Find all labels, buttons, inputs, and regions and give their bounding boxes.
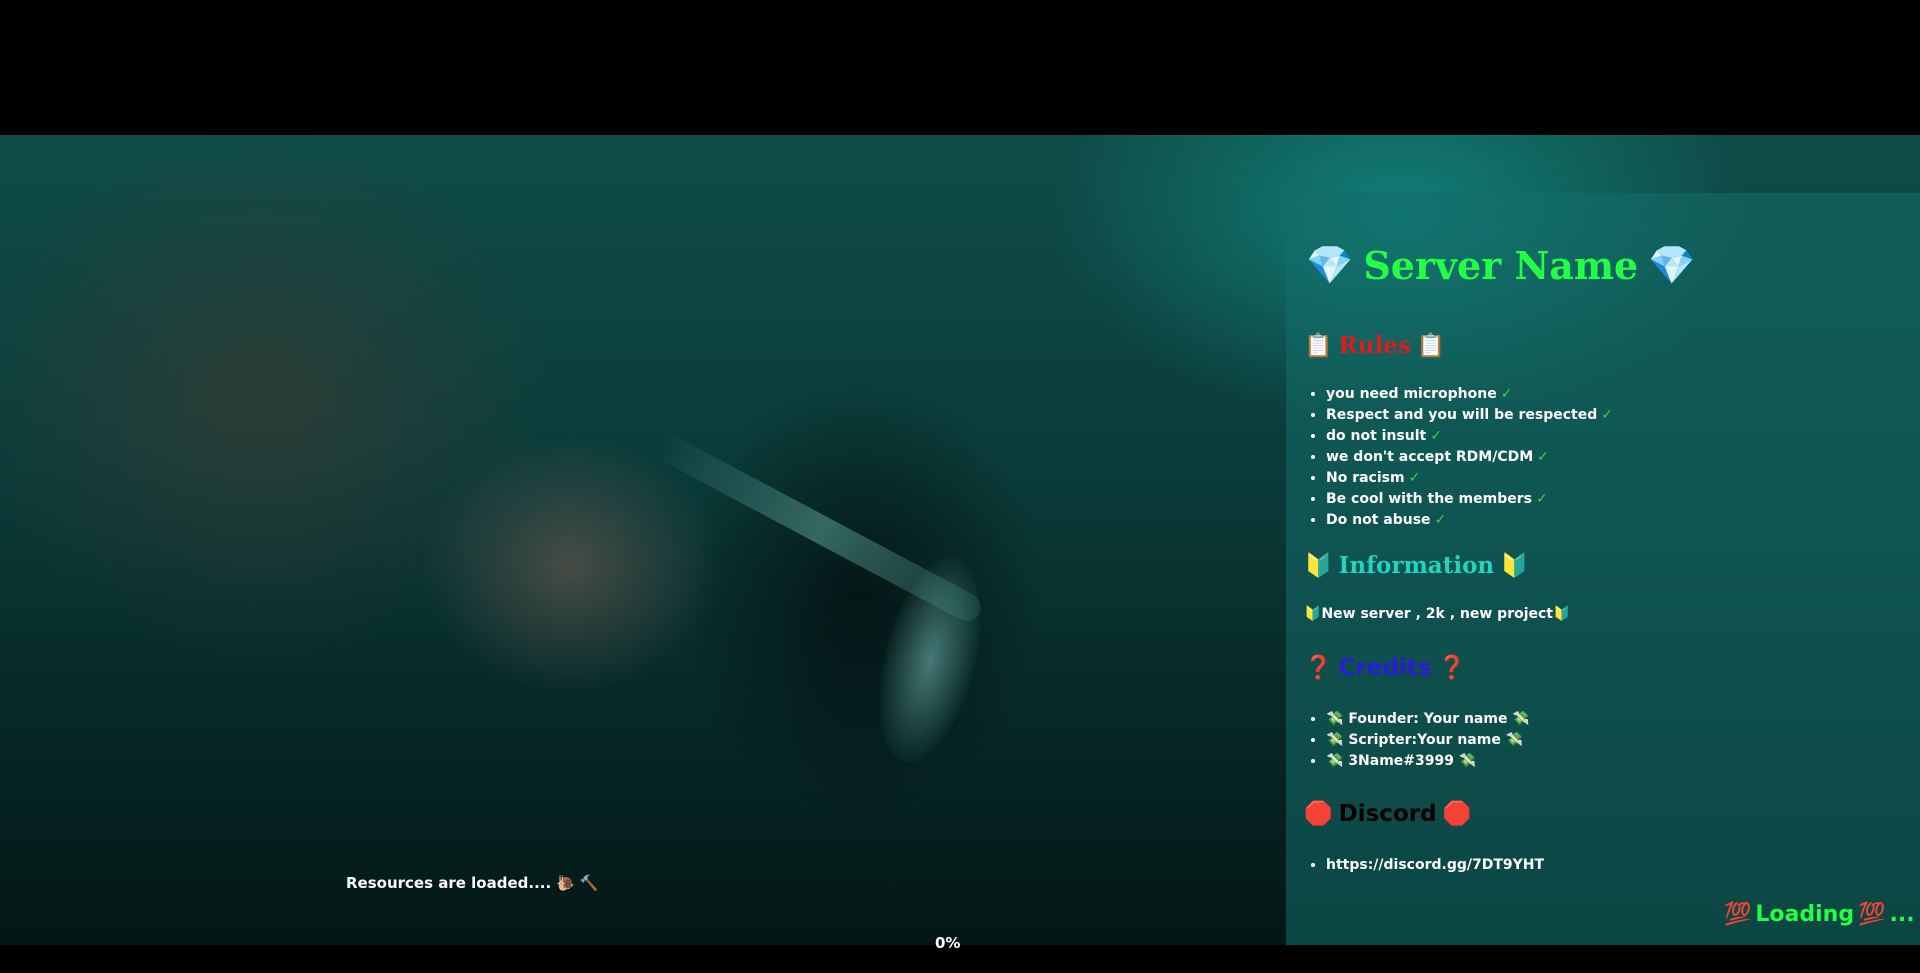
rules-title: Rules <box>1338 332 1411 359</box>
beginner-icon: 🔰 <box>1500 553 1529 579</box>
credit-item: 💸 Scripter:Your name 💸 <box>1326 730 1530 751</box>
check-icon: ✓ <box>1430 428 1442 444</box>
money-icon: 💸 <box>1326 732 1344 748</box>
rule-item: you need microphone✓ <box>1326 384 1613 405</box>
rule-item: Do not abuse✓ <box>1326 510 1613 531</box>
information-text: 🔰New server , 2k , new project🔰 <box>1304 606 1571 622</box>
check-icon: ✓ <box>1500 386 1513 402</box>
credit-item: 💸 Founder: Your name 💸 <box>1326 709 1530 730</box>
rule-item: we don't accept RDM/CDM✓ <box>1326 447 1613 468</box>
top-letterbox <box>0 0 1920 135</box>
rule-item: do not insult✓ <box>1326 426 1613 447</box>
credits-title: Credits <box>1338 654 1432 681</box>
money-icon: 💸 <box>1458 753 1477 769</box>
clipboard-icon: 📋 <box>1304 333 1333 359</box>
check-icon: ✓ <box>1408 470 1421 486</box>
stop-sign-icon: 🛑 <box>1304 801 1333 827</box>
snail-hammer-icon: 🐌 🔨 <box>556 874 599 892</box>
server-name: Server Name <box>1363 243 1639 288</box>
server-title: 💎 Server Name 💎 <box>1306 243 1696 288</box>
diamond-icon: 💎 <box>1306 243 1354 287</box>
question-icon: ❓ <box>1437 655 1467 681</box>
diamond-icon: 💎 <box>1648 243 1696 287</box>
loading-label: Loading <box>1755 902 1855 927</box>
rules-heading: 📋 Rules 📋 <box>1304 332 1445 359</box>
discord-link[interactable]: https://discord.gg/7DT9YHT <box>1326 855 1544 876</box>
stop-sign-icon: 🛑 <box>1442 801 1472 827</box>
check-icon: ✓ <box>1434 512 1447 528</box>
money-icon: 💸 <box>1326 753 1344 769</box>
hundred-icon: 💯 <box>1724 902 1752 927</box>
money-icon: 💸 <box>1512 711 1530 727</box>
hundred-icon: 💯 <box>1858 902 1886 927</box>
rule-item: No racism✓ <box>1326 468 1613 489</box>
money-icon: 💸 <box>1505 732 1524 748</box>
money-icon: 💸 <box>1326 711 1344 727</box>
discord-list: https://discord.gg/7DT9YHT <box>1304 855 1544 876</box>
beginner-icon: 🔰 <box>1553 606 1571 622</box>
resources-status: Resources are loaded.... 🐌 🔨 <box>346 874 599 892</box>
information-title: Information <box>1338 552 1495 579</box>
beginner-icon: 🔰 <box>1304 606 1322 622</box>
credits-heading: ❓ Credits ❓ <box>1304 654 1467 682</box>
check-icon: ✓ <box>1537 449 1549 465</box>
check-icon: ✓ <box>1601 407 1613 423</box>
discord-title: Discord <box>1338 800 1437 827</box>
credit-item: 💸 3Name#3999 💸 <box>1326 751 1530 772</box>
question-icon: ❓ <box>1304 655 1333 681</box>
progress-percent: 0% <box>935 934 961 952</box>
credits-list: 💸 Founder: Your name 💸 💸 Scripter:Your n… <box>1304 709 1530 772</box>
information-heading: 🔰 Information 🔰 <box>1304 552 1529 579</box>
check-icon: ✓ <box>1535 491 1548 507</box>
discord-heading: 🛑 Discord 🛑 <box>1304 800 1472 828</box>
loading-dots: ... <box>1889 902 1915 927</box>
loading-indicator: 💯 Loading 💯 ... <box>1724 902 1915 927</box>
clipboard-icon: 📋 <box>1416 333 1446 359</box>
rule-item: Be cool with the members✓ <box>1326 489 1613 510</box>
rule-item: Respect and you will be respected✓ <box>1326 405 1613 426</box>
rules-list: you need microphone✓ Respect and you wil… <box>1304 384 1613 531</box>
beginner-icon: 🔰 <box>1304 553 1333 579</box>
